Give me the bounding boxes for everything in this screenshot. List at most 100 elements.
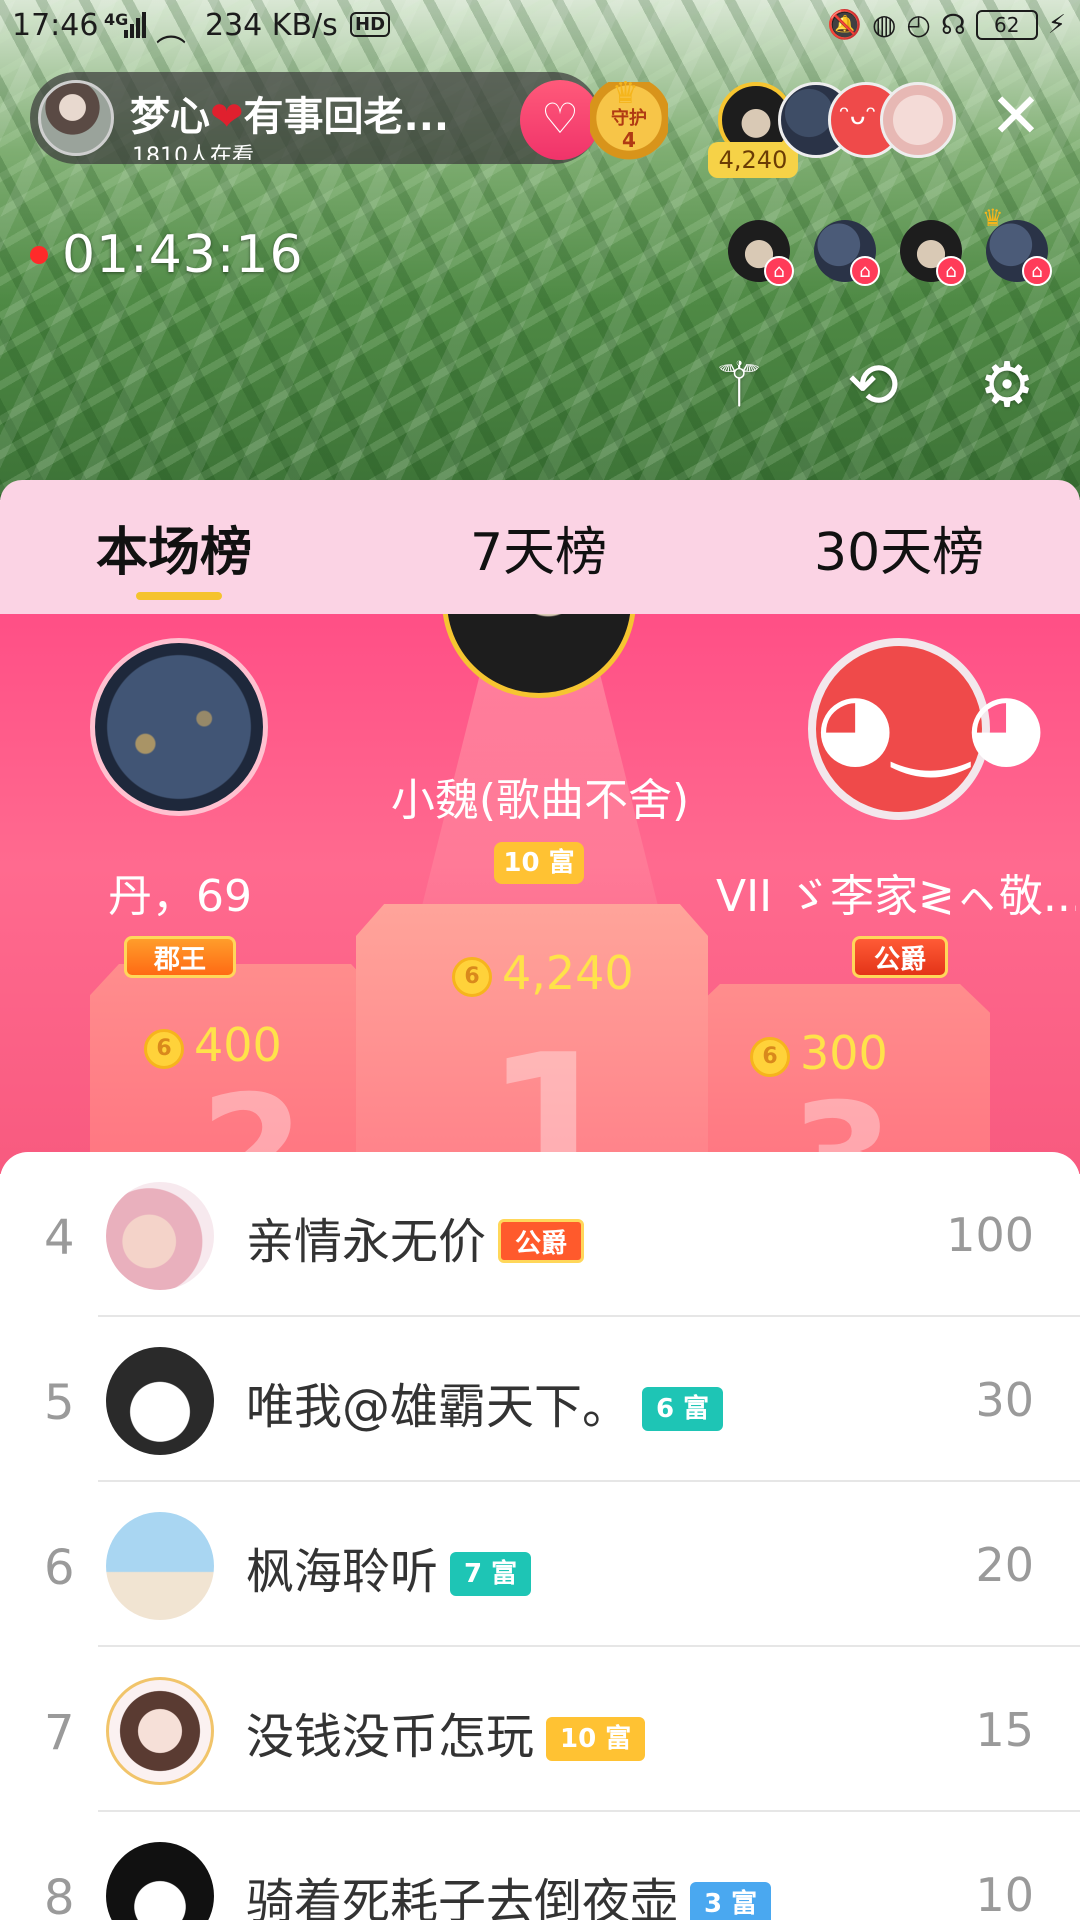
anchor-name: 梦心❤有事回老... [130, 84, 449, 142]
sofa-icon: ⌂ [936, 256, 966, 286]
contribution-score: 20 [975, 1538, 1034, 1592]
first-place-name: 小魏(歌曲不舍) [390, 775, 690, 826]
user-name-text: 枫海聆听 [246, 1544, 439, 1600]
avatar[interactable] [106, 1347, 214, 1455]
user-name-text: 亲情永无价 [246, 1214, 487, 1270]
second-place-title-badge: 郡王 [124, 936, 236, 978]
tab-current-show[interactable]: 本场榜 [96, 510, 252, 585]
seat-avatar[interactable]: ⌂ [728, 220, 794, 286]
seat-avatar[interactable]: ⌂ [814, 220, 880, 286]
first-place-score-value: 4,240 [502, 946, 634, 1000]
third-place-title-badge: 公爵 [852, 936, 948, 978]
close-icon[interactable]: ✕ [984, 85, 1048, 150]
first-place-level-badge: 10 富 [494, 842, 584, 884]
lock-icon: ◍ [871, 8, 897, 41]
live-video-background: 17:46 4G ︵ 234 KB/s HD 🔕 ◍ ◴ ☊ 62 ⚡ 梦心❤有… [0, 0, 1080, 500]
user-name: 枫海聆听 7 富 [246, 1532, 532, 1602]
third-place-score-value: 300 [800, 1026, 888, 1080]
anchor-avatar[interactable] [38, 80, 114, 156]
battery-icon: 62 [975, 9, 1038, 40]
rank-number: 7 [44, 1705, 75, 1761]
contribution-score: 10 [975, 1868, 1034, 1920]
third-place-name: VII ゞ李家≷ㇸ敬... [716, 871, 1076, 922]
user-name: 骑着死耗子去倒夜壶 3 富 [246, 1862, 772, 1920]
avatar[interactable] [106, 1182, 214, 1290]
level-badge: 10 富 [546, 1717, 646, 1761]
list-item[interactable]: 7 没钱没币怎玩 10 富 15 [0, 1647, 1080, 1812]
user-name-text: 没钱没币怎玩 [246, 1709, 535, 1765]
avatar[interactable] [106, 1677, 214, 1785]
follow-heart-button[interactable]: ♡ [520, 80, 600, 160]
second-place-score: 6 400 [144, 1018, 282, 1072]
guard-count: 4 [622, 128, 636, 152]
title-badge: 公爵 [498, 1219, 585, 1263]
sofa-icon: ⌂ [764, 256, 794, 286]
user-name: 没钱没币怎玩 10 富 [246, 1697, 646, 1767]
headphones-icon: ☊ [940, 8, 966, 41]
list-item[interactable]: 8 骑着死耗子去倒夜壶 3 富 10 [0, 1812, 1080, 1920]
third-place-avatar[interactable]: ◕‿◕ [808, 638, 1046, 820]
list-item[interactable]: 6 枫海聆听 7 富 20 [0, 1482, 1080, 1647]
contribution-score: 15 [975, 1703, 1034, 1757]
seat-avatar[interactable]: ♛ ⌂ [982, 204, 1052, 286]
user-name: 亲情永无价 公爵 [246, 1202, 585, 1272]
rank-number: 5 [44, 1375, 75, 1431]
status-bar: 17:46 4G ︵ 234 KB/s HD 🔕 ◍ ◴ ☊ 62 ⚡ [0, 0, 1080, 56]
rank-number: 8 [44, 1870, 75, 1920]
coin-icon: 6 [144, 1028, 184, 1069]
sofa-icon: ⌂ [1022, 256, 1052, 286]
anchor-name-prefix: 梦心 [130, 94, 210, 140]
second-place-name: 丹，69 [108, 871, 252, 922]
top-three-podium: 1 2 3 ◕‿◕ 小魏(歌曲不舍) 丹，69 VII ゞ李家≷ㇸ敬... 10… [0, 614, 1080, 1174]
signal-icon [124, 10, 148, 38]
seat-avatar[interactable]: ⌂ [900, 220, 966, 286]
anchor-info[interactable]: 梦心❤有事回老... 1810人在看 [30, 72, 600, 164]
wink-face-icon: ◕‿◕ [816, 673, 1046, 778]
settings-gear-icon[interactable]: ⚙ [968, 346, 1046, 424]
status-time: 17:46 [12, 8, 99, 43]
magic-wand-icon[interactable]: ⚚ [700, 346, 778, 424]
heart-icon: ❤ [210, 94, 244, 140]
avatar[interactable] [106, 1512, 214, 1620]
network-speed: 234 KB/s [205, 8, 338, 43]
contribution-score: 100 [946, 1208, 1034, 1262]
tab-30-days[interactable]: 30天榜 [814, 510, 984, 585]
crown-icon: ♛ [982, 204, 1004, 232]
level-badge: 6 富 [642, 1387, 724, 1431]
list-item[interactable]: 5 唯我@雄霸天下。 6 富 30 [0, 1317, 1080, 1482]
active-tab-indicator [136, 592, 222, 600]
anchor-name-suffix: 有事回老... [243, 94, 450, 140]
fan-avatar[interactable] [880, 82, 956, 158]
list-item[interactable]: 4 亲情永无价 公爵 100 [0, 1152, 1080, 1317]
user-name-text: 骑着死耗子去倒夜壶 [246, 1874, 679, 1920]
rank-number: 6 [44, 1540, 75, 1596]
wifi-icon: ︵ [156, 14, 186, 49]
guard-label: 守护 [611, 108, 647, 129]
ranking-list: 4 亲情永无价 公爵 100 5 唯我@雄霸天下。 6 富 30 6 枫海聆听 7 富… [0, 1152, 1080, 1920]
rank-number: 4 [44, 1210, 75, 1266]
status-icons: 🔕 ◍ ◴ ☊ 62 ⚡ [827, 8, 1066, 41]
hd-icon: HD [350, 12, 391, 37]
third-place-score: 6 300 [750, 1026, 888, 1080]
guest-seats: ⌂ ⌂ ⌂ ♛ ⌂ [720, 204, 1080, 288]
coin-icon: 6 [750, 1036, 790, 1077]
second-place-avatar[interactable] [90, 638, 268, 816]
switch-camera-icon[interactable]: ⟲ [834, 346, 912, 424]
avatar[interactable] [106, 1842, 214, 1920]
user-name-text: 唯我@雄霸天下。 [246, 1379, 631, 1435]
mute-bell-icon: 🔕 [827, 8, 862, 41]
coin-icon: 6 [452, 956, 492, 997]
viewer-count: 1810人在看 [132, 144, 254, 160]
user-name: 唯我@雄霸天下。 6 富 [246, 1367, 724, 1437]
alarm-icon: ◴ [906, 8, 931, 41]
first-place-score: 6 4,240 [452, 946, 634, 1000]
second-place-score-value: 400 [194, 1018, 282, 1072]
live-timer: 01:43:16 [62, 225, 304, 285]
sofa-icon: ⌂ [850, 256, 880, 286]
first-place-avatar[interactable] [442, 614, 636, 698]
podium-number-1: 1 [484, 1012, 624, 1174]
guard-badge[interactable]: ♛ 守护 4 [590, 76, 668, 162]
ranking-tabs: 本场榜 7天榜 30天榜 [0, 480, 1080, 614]
tab-7-days[interactable]: 7天榜 [470, 510, 607, 585]
live-dot-icon [30, 246, 48, 264]
